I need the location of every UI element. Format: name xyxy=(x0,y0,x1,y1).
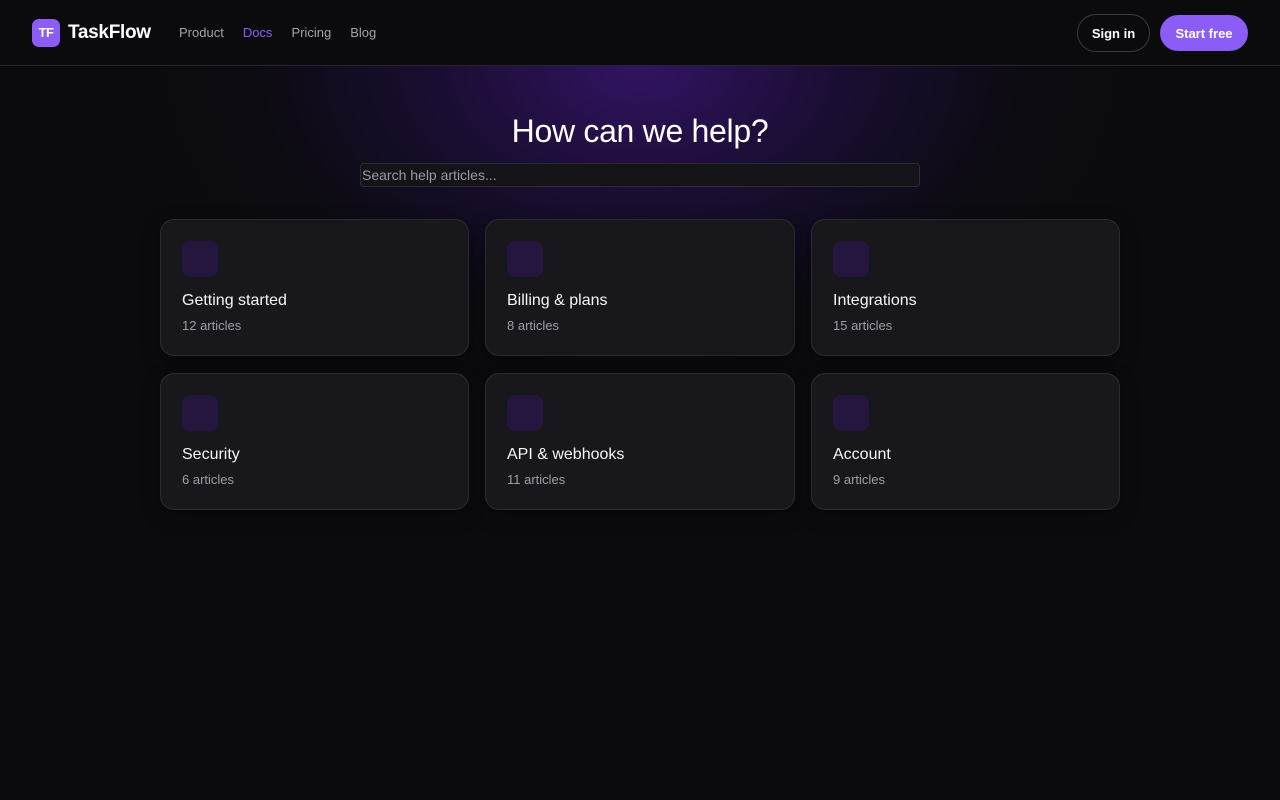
category-card-billing[interactable]: Billing & plans 8 articles xyxy=(485,219,795,356)
article-count: 6 articles xyxy=(182,472,235,487)
article-count: 15 articles xyxy=(833,318,893,333)
category-icon xyxy=(507,241,543,277)
search-input[interactable] xyxy=(360,163,920,187)
sign-in-button[interactable]: Sign in xyxy=(1077,14,1150,52)
category-icon xyxy=(507,395,543,431)
category-grid: Getting started 12 articles Billing & pl… xyxy=(160,219,1120,510)
article-count: 11 articles xyxy=(507,472,566,487)
logo-mark[interactable]: TF xyxy=(32,19,60,47)
category-icon xyxy=(833,241,869,277)
category-card-account[interactable]: Account 9 articles xyxy=(811,373,1120,510)
main-nav: Product Docs Pricing Blog xyxy=(179,24,376,42)
article-count: 8 articles xyxy=(507,318,560,333)
top-nav-bar: TF TaskFlow Product Docs Pricing Blog Si… xyxy=(0,0,1280,66)
category-title: Security xyxy=(182,446,240,463)
category-title: Billing & plans xyxy=(507,292,608,309)
category-icon xyxy=(833,395,869,431)
page-title: How can we help? xyxy=(511,113,769,149)
nav-item-blog[interactable]: Blog xyxy=(350,24,376,42)
category-card-getting-started[interactable]: Getting started 12 articles xyxy=(160,219,469,356)
category-card-api-webhooks[interactable]: API & webhooks 11 articles xyxy=(485,373,795,510)
article-count: 9 articles xyxy=(833,472,886,487)
article-count: 12 articles xyxy=(182,318,242,333)
brand-name[interactable]: TaskFlow xyxy=(68,20,151,46)
start-free-button[interactable]: Start free xyxy=(1160,15,1248,51)
category-title: Account xyxy=(833,446,891,463)
category-card-security[interactable]: Security 6 articles xyxy=(160,373,469,510)
category-card-integrations[interactable]: Integrations 15 articles xyxy=(811,219,1120,356)
category-title: Getting started xyxy=(182,292,287,309)
category-title: API & webhooks xyxy=(507,446,625,463)
category-icon xyxy=(182,241,218,277)
nav-item-product[interactable]: Product xyxy=(179,24,224,42)
category-icon xyxy=(182,395,218,431)
nav-item-pricing[interactable]: Pricing xyxy=(291,24,331,42)
category-title: Integrations xyxy=(833,292,917,309)
help-center-page: TF TaskFlow Product Docs Pricing Blog Si… xyxy=(0,0,1280,800)
nav-item-docs[interactable]: Docs xyxy=(243,24,273,42)
